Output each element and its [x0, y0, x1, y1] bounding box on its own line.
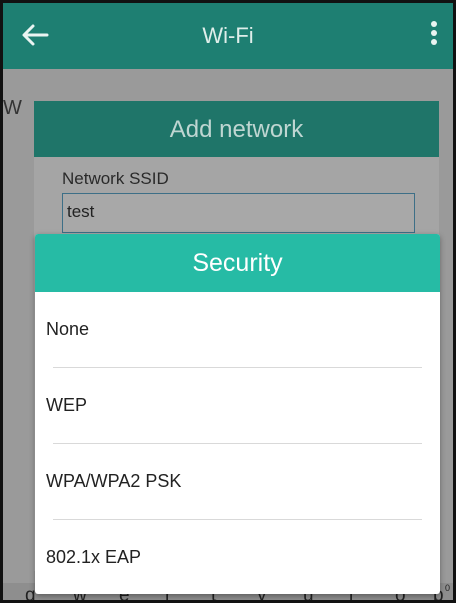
- security-option-wep[interactable]: WEP: [35, 368, 440, 444]
- screen-frame: Wi-Fi W Add network Network SSID test q …: [0, 0, 456, 603]
- security-header: Security: [35, 234, 440, 292]
- clipped-list-text: W: [3, 97, 22, 119]
- app-bar-title: Wi-Fi: [202, 23, 254, 48]
- overflow-menu-icon[interactable]: [429, 21, 439, 51]
- security-option-none[interactable]: None: [35, 292, 440, 368]
- add-network-title: Add network: [169, 116, 304, 143]
- ssid-label: Network SSID: [62, 169, 169, 188]
- security-dialog: Security None WEP WPA/WPA2 PSK 802.1x EA…: [35, 234, 440, 594]
- option-label: WEP: [46, 395, 88, 415]
- security-option-8021x-eap[interactable]: 802.1x EAP: [35, 520, 440, 594]
- add-network-header: Add network: [34, 101, 439, 157]
- app-bar: Wi-Fi: [3, 3, 453, 69]
- security-title: Security: [192, 249, 283, 277]
- menu-dot: [431, 21, 437, 27]
- key-hint: 0: [445, 583, 451, 593]
- ssid-value: test: [67, 202, 95, 221]
- option-label: WPA/WPA2 PSK: [46, 471, 182, 491]
- option-label: 802.1x EAP: [46, 547, 142, 567]
- security-option-wpa-psk[interactable]: WPA/WPA2 PSK: [35, 444, 440, 520]
- menu-dot: [431, 39, 437, 45]
- key-q[interactable]: q: [25, 585, 36, 600]
- ssid-input[interactable]: test: [62, 193, 415, 233]
- menu-dot: [431, 30, 437, 36]
- option-label: None: [46, 319, 90, 339]
